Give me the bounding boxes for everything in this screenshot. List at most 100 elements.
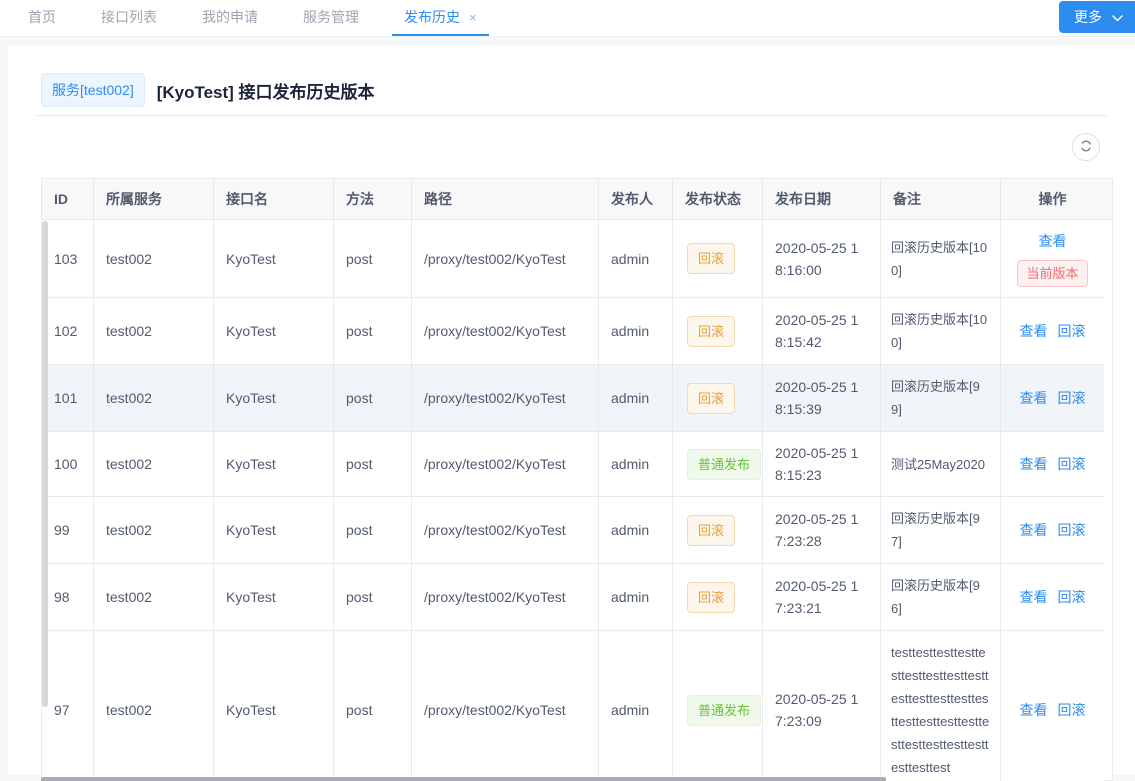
cell-id: 97 [42, 631, 94, 781]
rollback-link[interactable]: 回滚 [1058, 589, 1086, 605]
tab-close-icon[interactable]: × [469, 11, 477, 24]
cell-service: test002 [94, 564, 214, 631]
chevron-down-icon [1112, 9, 1123, 25]
tab-label: 服务管理 [303, 7, 359, 27]
cell-path: /proxy/test002/KyoTest [412, 432, 599, 497]
table-row[interactable]: 103 test002 KyoTest post /proxy/test002/… [42, 220, 1105, 298]
cell-actions: 查看回滚 [1001, 564, 1105, 631]
cell-service: test002 [94, 432, 214, 497]
cell-id: 98 [42, 564, 94, 631]
tab-bar: 首页接口列表 我的申请 服务管理 发布历史× 更多 [0, 0, 1135, 37]
cell-service: test002 [94, 220, 214, 298]
cell-path: /proxy/test002/KyoTest [412, 298, 599, 365]
cell-date: 2020-05-25 17:23:09 [763, 631, 881, 781]
cell-api-name: KyoTest [214, 298, 334, 365]
table-row[interactable]: 99 test002 KyoTest post /proxy/test002/K… [42, 497, 1105, 564]
table-body: 103 test002 KyoTest post /proxy/test002/… [42, 220, 1105, 781]
table-row[interactable]: 102 test002 KyoTest post /proxy/test002/… [42, 298, 1105, 365]
cell-remark: 回滚历史版本[96] [881, 564, 1001, 631]
cell-remark: 测试25May2020 [881, 432, 1001, 497]
column-header-6: 发布状态 [673, 179, 763, 220]
view-link[interactable]: 查看 [1020, 702, 1048, 718]
cell-publisher: admin [599, 298, 673, 365]
cell-method: post [334, 365, 412, 432]
table-row[interactable]: 98 test002 KyoTest post /proxy/test002/K… [42, 564, 1105, 631]
cell-remark: 回滚历史版本[100] [881, 298, 1001, 365]
cell-publisher: admin [599, 497, 673, 564]
cell-date: 2020-05-25 18:15:39 [763, 365, 881, 432]
service-badge: 服务[test002] [41, 73, 145, 107]
view-link[interactable]: 查看 [1039, 233, 1067, 249]
vertical-scrollbar-thumb[interactable] [42, 221, 48, 707]
cell-path: /proxy/test002/KyoTest [412, 497, 599, 564]
rollback-link[interactable]: 回滚 [1058, 702, 1086, 718]
status-badge: 回滚 [687, 515, 735, 546]
view-link[interactable]: 查看 [1020, 456, 1048, 472]
cell-date: 2020-05-25 18:15:42 [763, 298, 881, 365]
rollback-link[interactable]: 回滚 [1058, 323, 1086, 339]
table-row[interactable]: 101 test002 KyoTest post /proxy/test002/… [42, 365, 1105, 432]
view-link[interactable]: 查看 [1020, 589, 1048, 605]
cell-actions: 查看回滚 [1001, 298, 1105, 365]
column-header-1: 所属服务 [94, 179, 214, 220]
cell-date: 2020-05-25 18:16:00 [763, 220, 881, 298]
cell-api-name: KyoTest [214, 432, 334, 497]
cell-id: 102 [42, 298, 94, 365]
cell-publisher: admin [599, 631, 673, 781]
cell-path: /proxy/test002/KyoTest [412, 220, 599, 298]
rollback-link[interactable]: 回滚 [1058, 522, 1086, 538]
tab-item-0[interactable]: 首页 [16, 0, 68, 36]
table-row[interactable]: 97 test002 KyoTest post /proxy/test002/K… [42, 631, 1105, 781]
cell-actions: 查看当前版本 [1001, 220, 1105, 298]
rollback-link[interactable]: 回滚 [1058, 390, 1086, 406]
cell-service: test002 [94, 365, 214, 432]
status-badge: 回滚 [687, 316, 735, 347]
status-badge: 回滚 [687, 582, 735, 613]
view-link[interactable]: 查看 [1020, 522, 1048, 538]
cell-publisher: admin [599, 564, 673, 631]
tab-item-4[interactable]: 发布历史× [392, 0, 489, 36]
table-scrollbar[interactable] [1104, 178, 1113, 781]
cell-remark: 回滚历史版本[100] [881, 220, 1001, 298]
view-link[interactable]: 查看 [1020, 323, 1048, 339]
cell-status: 回滚 [673, 564, 763, 631]
title-row: 服务[test002] [KyoTest] 接口发布历史版本 [8, 45, 1135, 107]
cell-status: 普通发布 [673, 631, 763, 781]
refresh-icon [1079, 139, 1093, 156]
cell-id: 99 [42, 497, 94, 564]
horizontal-scrollbar-thumb[interactable] [41, 777, 886, 781]
column-header-2: 接口名 [214, 179, 334, 220]
more-button[interactable]: 更多 [1059, 1, 1135, 33]
tab-item-3[interactable]: 服务管理 [291, 0, 371, 36]
cell-api-name: KyoTest [214, 365, 334, 432]
cell-method: post [334, 298, 412, 365]
cell-path: /proxy/test002/KyoTest [412, 631, 599, 781]
cell-publisher: admin [599, 432, 673, 497]
view-link[interactable]: 查看 [1020, 390, 1048, 406]
cell-id: 101 [42, 365, 94, 432]
cell-api-name: KyoTest [214, 497, 334, 564]
status-badge: 普通发布 [687, 449, 761, 480]
table-header-row: ID所属服务接口名方法路径发布人发布状态发布日期备注操作 [42, 179, 1105, 220]
content-panel: 服务[test002] [KyoTest] 接口发布历史版本 ID所属服务接口名… [8, 45, 1135, 775]
status-badge: 回滚 [687, 243, 735, 274]
tab-label: 我的申请 [202, 7, 258, 27]
column-header-7: 发布日期 [763, 179, 881, 220]
cell-id: 100 [42, 432, 94, 497]
tab-item-1[interactable]: 接口列表 [89, 0, 169, 36]
tab-item-2[interactable]: 我的申请 [190, 0, 270, 36]
rollback-link[interactable]: 回滚 [1058, 456, 1086, 472]
cell-path: /proxy/test002/KyoTest [412, 365, 599, 432]
current-version-badge: 当前版本 [1017, 260, 1087, 287]
column-header-8: 备注 [881, 179, 1001, 220]
refresh-button[interactable] [1072, 133, 1100, 161]
more-button-label: 更多 [1074, 7, 1102, 27]
cell-status: 回滚 [673, 497, 763, 564]
tab-bar-items: 首页接口列表 我的申请 服务管理 发布历史× [0, 0, 1135, 36]
column-header-3: 方法 [334, 179, 412, 220]
scrollbar-gutter-header [1104, 179, 1112, 220]
status-badge: 普通发布 [687, 695, 761, 726]
cell-api-name: KyoTest [214, 631, 334, 781]
table-row[interactable]: 100 test002 KyoTest post /proxy/test002/… [42, 432, 1105, 497]
history-table: ID所属服务接口名方法路径发布人发布状态发布日期备注操作 103 test002… [41, 178, 1113, 781]
